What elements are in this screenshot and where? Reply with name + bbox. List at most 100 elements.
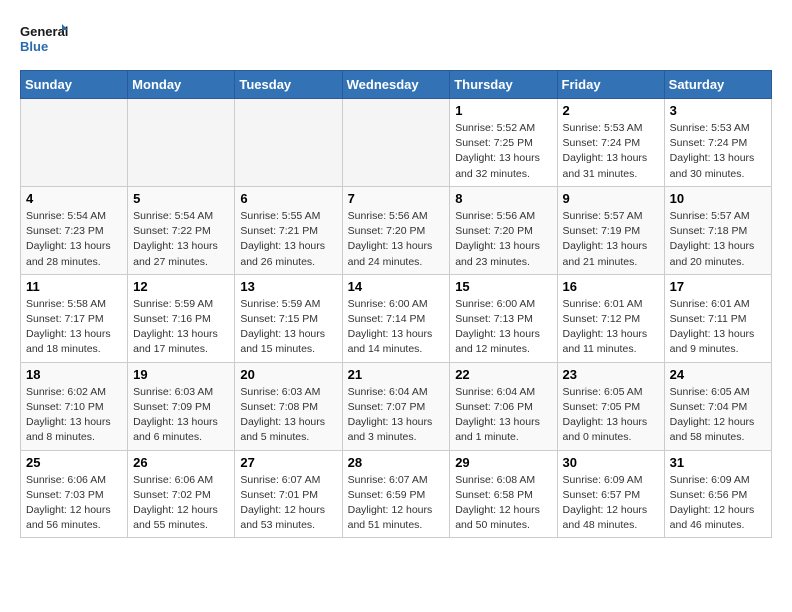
weekday-header-thursday: Thursday: [450, 71, 557, 99]
day-info: Sunrise: 5:55 AMSunset: 7:21 PMDaylight:…: [240, 209, 336, 270]
day-info: Sunrise: 6:08 AMSunset: 6:58 PMDaylight:…: [455, 473, 551, 534]
weekday-header-saturday: Saturday: [664, 71, 771, 99]
day-number: 7: [348, 191, 445, 206]
calendar-body: 1 Sunrise: 5:52 AMSunset: 7:25 PMDaylight…: [21, 99, 772, 538]
day-info: Sunrise: 6:01 AMSunset: 7:12 PMDaylight:…: [563, 297, 659, 358]
calendar-cell: 30 Sunrise: 6:09 AMSunset: 6:57 PMDayligh…: [557, 450, 664, 538]
calendar-cell: 12 Sunrise: 5:59 AMSunset: 7:16 PMDayligh…: [128, 274, 235, 362]
day-info: Sunrise: 6:01 AMSunset: 7:11 PMDaylight:…: [670, 297, 766, 358]
day-number: 3: [670, 103, 766, 118]
day-number: 12: [133, 279, 229, 294]
calendar-cell: [21, 99, 128, 187]
day-info: Sunrise: 6:09 AMSunset: 6:57 PMDaylight:…: [563, 473, 659, 534]
day-number: 30: [563, 455, 659, 470]
day-info: Sunrise: 5:53 AMSunset: 7:24 PMDaylight:…: [563, 121, 659, 182]
calendar-cell: 25Sunrise: 6:06 AMSunset: 7:03 PMDayligh…: [21, 450, 128, 538]
calendar-header: SundayMondayTuesdayWednesdayThursdayFrid…: [21, 71, 772, 99]
calendar-cell: 1 Sunrise: 5:52 AMSunset: 7:25 PMDaylight…: [450, 99, 557, 187]
day-info: Sunrise: 5:57 AMSunset: 7:18 PMDaylight:…: [670, 209, 766, 270]
day-number: 10: [670, 191, 766, 206]
day-number: 2: [563, 103, 659, 118]
weekday-header-row: SundayMondayTuesdayWednesdayThursdayFrid…: [21, 71, 772, 99]
weekday-header-tuesday: Tuesday: [235, 71, 342, 99]
day-info: Sunrise: 5:56 AMSunset: 7:20 PMDaylight:…: [348, 209, 445, 270]
day-info: Sunrise: 6:03 AMSunset: 7:09 PMDaylight:…: [133, 385, 229, 446]
day-number: 23: [563, 367, 659, 382]
calendar-cell: 16 Sunrise: 6:01 AMSunset: 7:12 PMDayligh…: [557, 274, 664, 362]
calendar-week-row: 18Sunrise: 6:02 AMSunset: 7:10 PMDayligh…: [21, 362, 772, 450]
day-info: Sunrise: 5:59 AMSunset: 7:15 PMDaylight:…: [240, 297, 336, 358]
day-info: Sunrise: 6:04 AMSunset: 7:06 PMDaylight:…: [455, 385, 551, 446]
calendar-week-row: 1 Sunrise: 5:52 AMSunset: 7:25 PMDaylight…: [21, 99, 772, 187]
calendar-cell: 3 Sunrise: 5:53 AMSunset: 7:24 PMDaylight…: [664, 99, 771, 187]
day-info: Sunrise: 6:03 AMSunset: 7:08 PMDaylight:…: [240, 385, 336, 446]
calendar-cell: 24 Sunrise: 6:05 AMSunset: 7:04 PMDayligh…: [664, 362, 771, 450]
day-info: Sunrise: 5:58 AMSunset: 7:17 PMDaylight:…: [26, 297, 122, 358]
day-info: Sunrise: 6:05 AMSunset: 7:05 PMDaylight:…: [563, 385, 659, 446]
calendar-cell: 19 Sunrise: 6:03 AMSunset: 7:09 PMDayligh…: [128, 362, 235, 450]
calendar-table: SundayMondayTuesdayWednesdayThursdayFrid…: [20, 70, 772, 538]
day-info: Sunrise: 6:05 AMSunset: 7:04 PMDaylight:…: [670, 385, 766, 446]
day-number: 28: [348, 455, 445, 470]
calendar-cell: 9 Sunrise: 5:57 AMSunset: 7:19 PMDaylight…: [557, 186, 664, 274]
day-number: 15: [455, 279, 551, 294]
calendar-cell: 14 Sunrise: 6:00 AMSunset: 7:14 PMDayligh…: [342, 274, 450, 362]
day-number: 19: [133, 367, 229, 382]
calendar-cell: 21 Sunrise: 6:04 AMSunset: 7:07 PMDayligh…: [342, 362, 450, 450]
day-info: Sunrise: 6:09 AMSunset: 6:56 PMDaylight:…: [670, 473, 766, 534]
day-info: Sunrise: 6:02 AMSunset: 7:10 PMDaylight:…: [26, 385, 122, 446]
day-number: 29: [455, 455, 551, 470]
day-number: 1: [455, 103, 551, 118]
day-info: Sunrise: 5:53 AMSunset: 7:24 PMDaylight:…: [670, 121, 766, 182]
day-info: Sunrise: 5:57 AMSunset: 7:19 PMDaylight:…: [563, 209, 659, 270]
weekday-header-friday: Friday: [557, 71, 664, 99]
calendar-cell: [342, 99, 450, 187]
page-header: General Blue: [20, 20, 772, 60]
day-info: Sunrise: 6:04 AMSunset: 7:07 PMDaylight:…: [348, 385, 445, 446]
svg-text:General: General: [20, 24, 68, 39]
calendar-cell: 8 Sunrise: 5:56 AMSunset: 7:20 PMDaylight…: [450, 186, 557, 274]
calendar-cell: 4Sunrise: 5:54 AMSunset: 7:23 PMDaylight…: [21, 186, 128, 274]
calendar-cell: 10 Sunrise: 5:57 AMSunset: 7:18 PMDayligh…: [664, 186, 771, 274]
calendar-cell: 17 Sunrise: 6:01 AMSunset: 7:11 PMDayligh…: [664, 274, 771, 362]
calendar-cell: 23 Sunrise: 6:05 AMSunset: 7:05 PMDayligh…: [557, 362, 664, 450]
svg-text:Blue: Blue: [20, 39, 48, 54]
day-number: 11: [26, 279, 122, 294]
day-number: 27: [240, 455, 336, 470]
weekday-header-sunday: Sunday: [21, 71, 128, 99]
day-info: Sunrise: 6:07 AMSunset: 6:59 PMDaylight:…: [348, 473, 445, 534]
calendar-cell: 31 Sunrise: 6:09 AMSunset: 6:56 PMDayligh…: [664, 450, 771, 538]
weekday-header-wednesday: Wednesday: [342, 71, 450, 99]
day-number: 24: [670, 367, 766, 382]
day-info: Sunrise: 5:52 AMSunset: 7:25 PMDaylight:…: [455, 121, 551, 182]
calendar-cell: 15 Sunrise: 6:00 AMSunset: 7:13 PMDayligh…: [450, 274, 557, 362]
day-number: 14: [348, 279, 445, 294]
day-number: 4: [26, 191, 122, 206]
day-number: 31: [670, 455, 766, 470]
day-number: 20: [240, 367, 336, 382]
day-number: 16: [563, 279, 659, 294]
calendar-cell: 6Sunrise: 5:55 AMSunset: 7:21 PMDaylight…: [235, 186, 342, 274]
day-info: Sunrise: 5:54 AMSunset: 7:22 PMDaylight:…: [133, 209, 229, 270]
calendar-cell: [235, 99, 342, 187]
day-info: Sunrise: 5:59 AMSunset: 7:16 PMDaylight:…: [133, 297, 229, 358]
calendar-cell: 2 Sunrise: 5:53 AMSunset: 7:24 PMDaylight…: [557, 99, 664, 187]
day-info: Sunrise: 6:00 AMSunset: 7:13 PMDaylight:…: [455, 297, 551, 358]
calendar-cell: 13Sunrise: 5:59 AMSunset: 7:15 PMDayligh…: [235, 274, 342, 362]
day-number: 17: [670, 279, 766, 294]
calendar-cell: 5Sunrise: 5:54 AMSunset: 7:22 PMDaylight…: [128, 186, 235, 274]
day-info: Sunrise: 6:00 AMSunset: 7:14 PMDaylight:…: [348, 297, 445, 358]
calendar-cell: 29 Sunrise: 6:08 AMSunset: 6:58 PMDayligh…: [450, 450, 557, 538]
day-number: 9: [563, 191, 659, 206]
day-number: 21: [348, 367, 445, 382]
day-number: 22: [455, 367, 551, 382]
weekday-header-monday: Monday: [128, 71, 235, 99]
day-info: Sunrise: 6:06 AMSunset: 7:03 PMDaylight:…: [26, 473, 122, 534]
day-number: 26: [133, 455, 229, 470]
calendar-cell: 22 Sunrise: 6:04 AMSunset: 7:06 PMDayligh…: [450, 362, 557, 450]
logo: General Blue: [20, 20, 70, 60]
day-info: Sunrise: 5:56 AMSunset: 7:20 PMDaylight:…: [455, 209, 551, 270]
day-number: 8: [455, 191, 551, 206]
calendar-cell: 28 Sunrise: 6:07 AMSunset: 6:59 PMDayligh…: [342, 450, 450, 538]
logo-svg: General Blue: [20, 20, 70, 60]
